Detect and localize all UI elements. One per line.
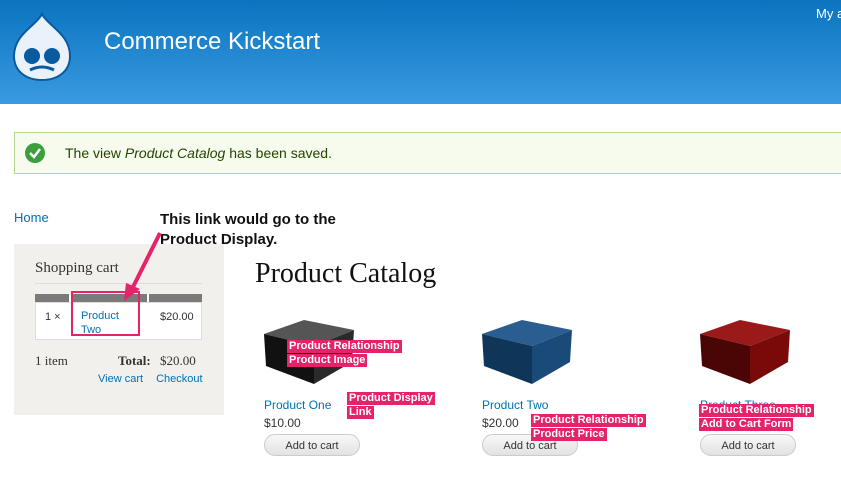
cart-row-qty: 1 ×	[45, 311, 61, 323]
checkout-link[interactable]: Checkout	[156, 373, 202, 385]
product-price: $20.00	[482, 416, 519, 430]
add-to-cart-button[interactable]: Add to cart	[700, 434, 796, 456]
annotation-arrow-icon	[124, 232, 162, 301]
product-price: $10.00	[264, 416, 301, 430]
callout-add-to-cart-form: Add to Cart Form	[699, 418, 794, 431]
cart-title: Shopping cart	[35, 260, 119, 276]
callout-product-relationship: Product Relationship	[699, 404, 814, 417]
site-header: Commerce Kickstart My a	[0, 0, 841, 104]
site-name[interactable]: Commerce Kickstart	[104, 28, 320, 56]
callout-product-display: Product Display	[347, 392, 435, 405]
status-message: The view Product Catalog has been saved.	[14, 132, 841, 174]
callout-product-relationship: Product Relationship	[531, 414, 646, 427]
view-cart-link[interactable]: View cart	[98, 373, 143, 385]
annotation-line-1: This link would go to the	[160, 211, 336, 228]
callout-product-image: Product Image	[287, 354, 368, 367]
cart-item-count: 1 item	[35, 353, 68, 368]
product-name-link[interactable]: Product Two	[482, 398, 548, 412]
message-view-name: Product Catalog	[124, 145, 226, 161]
product-card: Product One $10.00 Add to cart	[264, 312, 404, 462]
cart-links: View cart Checkout	[98, 373, 213, 385]
breadcrumb-home[interactable]: Home	[14, 210, 49, 225]
callout-link: Link	[347, 406, 374, 419]
my-account-link[interactable]: My a	[816, 6, 841, 21]
cart-row-price: $20.00	[160, 311, 194, 323]
product-image[interactable]	[482, 312, 572, 392]
callout-product-relationship: Product Relationship	[287, 340, 402, 353]
callout-product-price: Product Price	[531, 428, 607, 441]
message-prefix: The view	[65, 145, 125, 161]
product-name-link[interactable]: Product One	[264, 398, 331, 412]
drupal-logo-icon[interactable]	[12, 12, 72, 82]
cart-total-value: $20.00	[160, 353, 196, 368]
shopping-cart-block: Shopping cart 1 × Product Two $20.00 1 i…	[14, 244, 224, 415]
page-title: Product Catalog	[255, 258, 437, 289]
add-to-cart-button[interactable]: Add to cart	[264, 434, 360, 456]
message-suffix: has been saved.	[225, 145, 332, 161]
product-card: Product Three Add to cart	[700, 312, 840, 462]
status-message-text: The view Product Catalog has been saved.	[65, 145, 332, 161]
cart-total-label: Total:	[118, 353, 151, 368]
checkmark-icon	[25, 143, 45, 163]
product-image[interactable]	[700, 312, 790, 392]
